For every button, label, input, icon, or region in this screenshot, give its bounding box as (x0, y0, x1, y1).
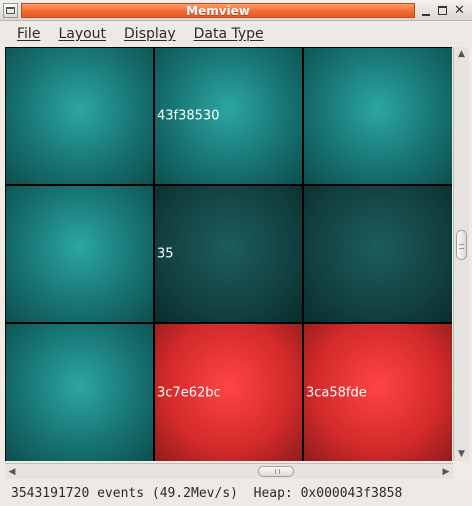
window-menu-icon[interactable] (3, 3, 18, 18)
grid-cell-r0c1[interactable]: 43f38530 (155, 48, 302, 184)
grid-cell-r2c0[interactable] (6, 324, 153, 461)
menu-file[interactable]: File (8, 26, 49, 42)
scroll-left-arrow-icon[interactable]: ◀ (5, 464, 19, 479)
grid-cell-r2c2[interactable]: 3ca58fde (304, 324, 452, 461)
vertical-scroll-thumb[interactable] (456, 230, 467, 260)
cell-label: 3ca58fde (306, 385, 367, 400)
cell-label: 3c7e62bc (157, 385, 221, 400)
menu-bar: File Layout Display Data Type (0, 21, 472, 46)
window-title: Memview (186, 3, 250, 18)
horizontal-scroll-thumb[interactable] (258, 466, 294, 477)
scroll-right-arrow-icon[interactable]: ▶ (439, 464, 453, 479)
cell-label: 43f38530 (157, 108, 220, 124)
grid-cell-r1c1[interactable]: 35 (155, 186, 302, 322)
cell-label: 35 (157, 246, 174, 262)
menu-display[interactable]: Display (115, 26, 185, 42)
grid-cell-r2c1[interactable]: 3c7e62bc (155, 324, 302, 461)
title-strip[interactable]: Memview (21, 3, 415, 18)
minimize-icon[interactable] (418, 3, 433, 18)
close-icon[interactable]: ✕ (452, 3, 467, 18)
menu-layout[interactable]: Layout (49, 26, 115, 42)
grid-cell-r0c2[interactable] (304, 48, 452, 184)
maximize-icon[interactable] (435, 3, 450, 18)
status-bar: 3543191720 events (49.2Mev/s) Heap: 0x00… (0, 480, 472, 506)
memory-grid[interactable]: 43f38530 35 3c7e62bc 3ca58fde (5, 47, 452, 461)
title-bar[interactable]: Memview ✕ (0, 0, 472, 21)
grid-cell-r1c0[interactable] (6, 186, 153, 322)
menu-data-type[interactable]: Data Type (185, 26, 273, 42)
vertical-scrollbar[interactable]: ▲ ▼ (453, 47, 469, 461)
status-text: 3543191720 events (49.2Mev/s) Heap: 0x00… (11, 485, 403, 501)
scroll-down-arrow-icon[interactable]: ▼ (454, 447, 469, 461)
horizontal-scrollbar[interactable]: ◀ ▶ (5, 463, 453, 479)
scroll-up-arrow-icon[interactable]: ▲ (454, 47, 469, 61)
grid-cell-r1c2[interactable] (304, 186, 452, 322)
grid-cell-r0c0[interactable] (6, 48, 153, 184)
